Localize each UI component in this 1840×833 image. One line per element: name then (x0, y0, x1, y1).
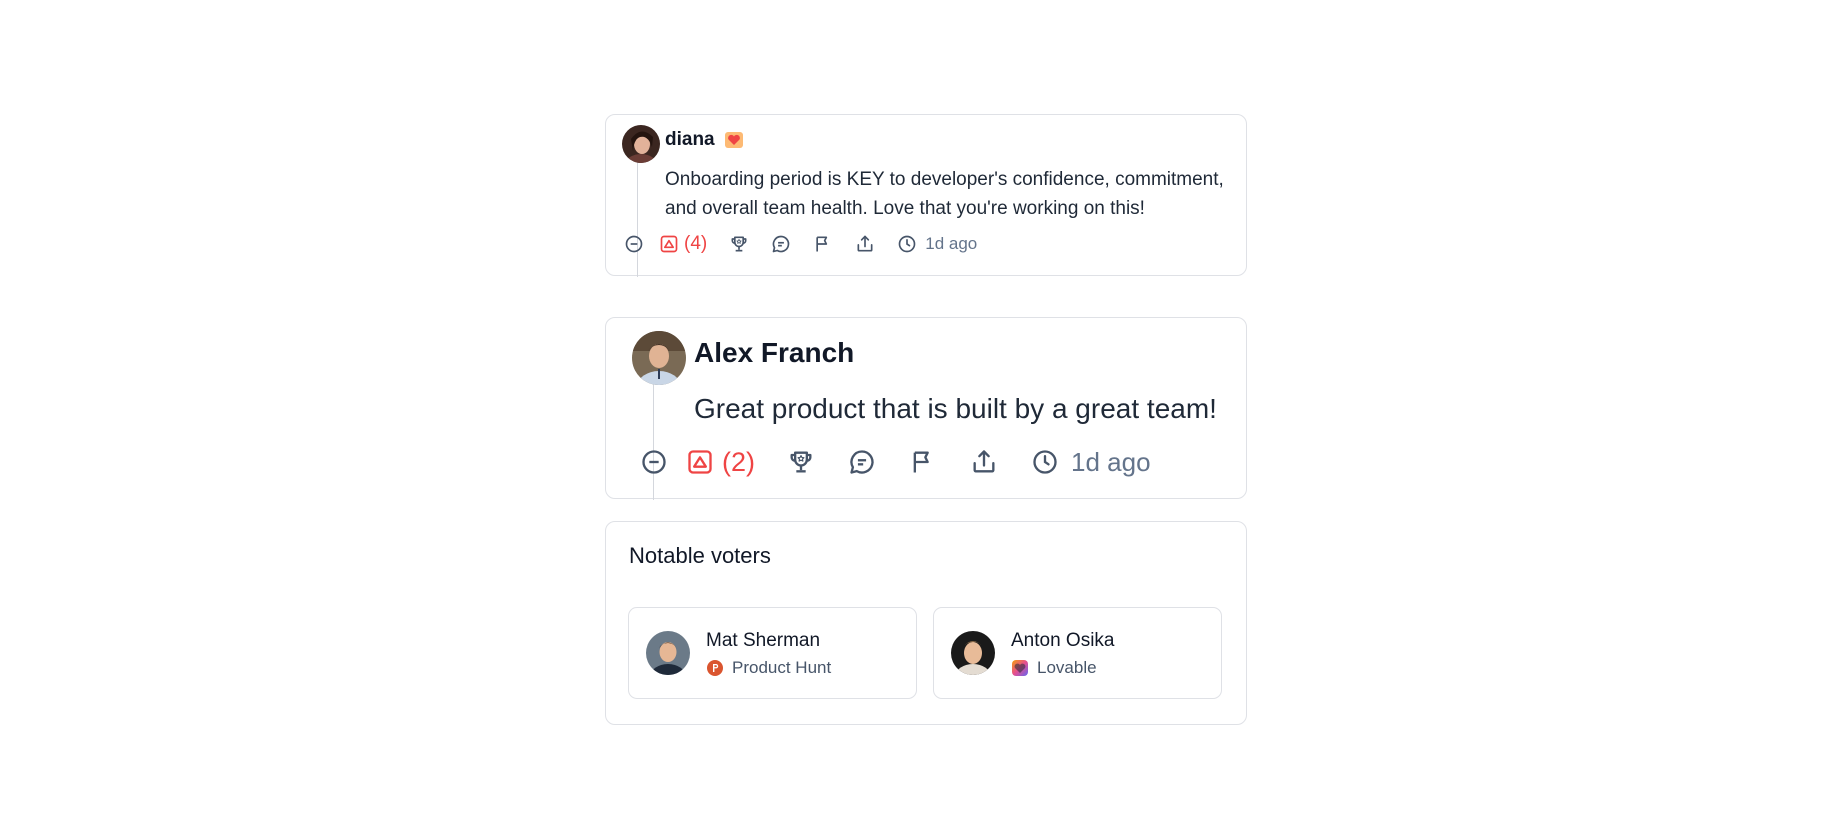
comment-card: diana Onboarding period is KEY to develo… (605, 114, 1247, 277)
voter-name: Anton Osika (1011, 630, 1115, 651)
share-button[interactable] (855, 232, 875, 256)
voter-avatar (646, 631, 690, 675)
product-hunt-icon (706, 659, 724, 677)
minus-circle-icon (642, 450, 666, 474)
timestamp-text: 1d ago (1071, 446, 1151, 477)
thread-line (637, 155, 638, 277)
voter-org: Lovable (1037, 658, 1097, 677)
upvote-count: (4) (684, 233, 708, 254)
trophy-icon (790, 451, 812, 473)
report-button[interactable] (813, 232, 833, 256)
voter-org: Product Hunt (732, 658, 832, 677)
comment-author[interactable]: Alex Franch (694, 337, 854, 369)
comment-body: Onboarding period is KEY to developer's … (665, 169, 1224, 219)
comment-body: Great product that is built by a great t… (694, 393, 1217, 424)
timestamp-text: 1d ago (925, 234, 978, 253)
reply-button[interactable] (771, 232, 791, 256)
comment-icon (850, 450, 874, 474)
upvote-button[interactable]: (2) (686, 446, 755, 478)
upvote-icon (660, 235, 678, 253)
avatar[interactable] (632, 331, 686, 385)
avatar[interactable] (622, 125, 660, 163)
clock-icon (1033, 450, 1057, 474)
report-button[interactable] (909, 446, 937, 478)
timestamp[interactable]: 1d ago (897, 232, 977, 256)
minus-circle-icon (625, 235, 643, 253)
share-icon (973, 450, 995, 473)
upvote-count: (2) (722, 446, 755, 477)
collapse-button[interactable] (640, 446, 668, 478)
reply-button[interactable] (848, 446, 876, 478)
thread-line (653, 383, 654, 500)
award-button[interactable] (729, 232, 749, 256)
comment-actions: (2) 1d ago (640, 446, 1151, 478)
upvote-button[interactable]: (4) (659, 232, 707, 256)
share-button[interactable] (970, 446, 998, 478)
collapse-button[interactable] (624, 232, 646, 256)
share-icon (857, 235, 873, 252)
comment-icon (772, 235, 790, 253)
comment-actions: (4) 1d ago (624, 232, 977, 256)
voter-avatar (951, 631, 995, 675)
heart-badge-icon (724, 130, 744, 150)
upvote-icon (688, 450, 712, 474)
notable-voters-card: Notable voters Mat Sherman Product Hunt (605, 521, 1247, 725)
voter-name: Mat Sherman (706, 630, 821, 651)
comment-card: Alex Franch Great product that is built … (605, 317, 1247, 500)
flag-icon (816, 236, 828, 252)
trophy-icon (731, 236, 747, 252)
flag-icon (913, 451, 929, 473)
voter-card[interactable]: Anton Osika Lovable (933, 607, 1222, 699)
timestamp[interactable]: 1d ago (1031, 446, 1151, 478)
comment-author[interactable]: diana (665, 129, 715, 151)
lovable-icon (1011, 659, 1029, 677)
award-button[interactable] (787, 446, 815, 478)
clock-icon (898, 235, 916, 253)
notable-voters-title: Notable voters (629, 543, 771, 568)
voter-card[interactable]: Mat Sherman Product Hunt (628, 607, 917, 699)
